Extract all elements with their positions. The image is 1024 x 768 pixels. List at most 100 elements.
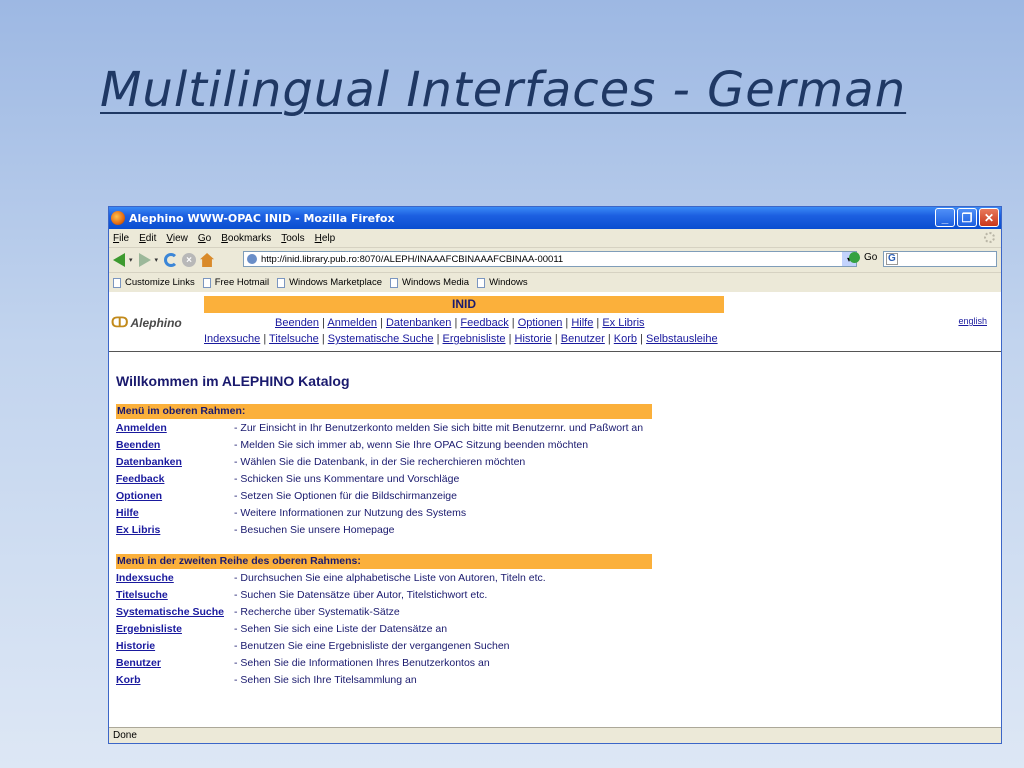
- help-desc: - Sehen Sie die Informationen Ihres Benu…: [234, 656, 490, 669]
- address-bar[interactable]: http://inid.library.pub.ro:8070/ALEPH/IN…: [243, 251, 857, 267]
- bookmark-windows-marketplace[interactable]: Windows Marketplace: [277, 277, 382, 288]
- list-item: Systematische Suche - Recherche über Syst…: [116, 603, 652, 620]
- top-link-anmelden[interactable]: Anmelden: [327, 317, 377, 329]
- list-item: Datenbanken - Wählen Sie die Datenbank, i…: [116, 453, 652, 470]
- second-link-benutzer[interactable]: Benutzer: [561, 333, 605, 345]
- menu-edit[interactable]: Edit: [139, 233, 156, 244]
- top-link-ex-libris[interactable]: Ex Libris: [602, 317, 644, 329]
- close-button[interactable]: ✕: [979, 208, 999, 227]
- list-item: Indexsuche - Durchsuchen Sie eine alphabe…: [116, 569, 652, 586]
- help-link-historie[interactable]: Historie: [116, 640, 234, 652]
- list-item: Korb - Sehen Sie sich Ihre Titelsammlung …: [116, 671, 652, 688]
- maximize-button[interactable]: ❐: [957, 208, 977, 227]
- second-link-korb[interactable]: Korb: [614, 333, 637, 345]
- bookmark-customize-links[interactable]: Customize Links: [113, 277, 195, 288]
- help-desc: - Suchen Sie Datensätze über Autor, Tite…: [234, 588, 488, 601]
- help-link-optionen[interactable]: Optionen: [116, 490, 234, 502]
- second-link-systematische-suche[interactable]: Systematische Suche: [328, 333, 434, 345]
- page-content: ↀ Alephino INID Beenden | Anmelden | Dat…: [109, 292, 1001, 729]
- help-link-beenden[interactable]: Beenden: [116, 439, 234, 451]
- bookmark-label: Free Hotmail: [214, 277, 270, 288]
- firefox-icon: [111, 211, 125, 225]
- help-link-benutzer[interactable]: Benutzer: [116, 657, 234, 669]
- reload-icon[interactable]: [164, 253, 179, 267]
- bookmark-free-hotmail[interactable]: Free Hotmail: [202, 277, 270, 288]
- go-button[interactable]: Go: [849, 252, 877, 263]
- bookmarks-toolbar: Customize Links Free Hotmail Windows Mar…: [109, 273, 1001, 293]
- logo-text: Alephino: [130, 315, 182, 330]
- help-desc: - Zur Einsicht in Ihr Benutzerkonto meld…: [234, 421, 644, 434]
- help-link-hilfe[interactable]: Hilfe: [116, 507, 234, 519]
- stop-icon[interactable]: ×: [182, 253, 197, 267]
- status-bar: Done: [109, 727, 1001, 743]
- search-input[interactable]: G: [883, 251, 997, 267]
- google-search-icon[interactable]: G: [886, 253, 898, 265]
- second-link-indexsuche[interactable]: Indexsuche: [204, 333, 260, 345]
- welcome-heading: Willkommen im ALEPHINO Katalog: [116, 373, 350, 389]
- home-icon[interactable]: [200, 253, 215, 267]
- header-divider: [109, 351, 1001, 352]
- bookmark-windows-media[interactable]: Windows Media: [390, 277, 469, 288]
- help-desc: - Weitere Informationen zur Nutzung des …: [234, 506, 467, 519]
- second-link-selbstausleihe[interactable]: Selbstausleihe: [646, 333, 718, 345]
- list-item: Titelsuche - Suchen Sie Datensätze über A…: [116, 586, 652, 603]
- help-desc: - Sehen Sie sich eine Liste der Datensät…: [234, 622, 448, 635]
- slide-title: Multilingual Interfaces - German: [100, 62, 907, 118]
- minimize-button[interactable]: _: [935, 208, 955, 227]
- help-desc: - Durchsuchen Sie eine alphabetische Lis…: [234, 571, 546, 584]
- top-link-hilfe[interactable]: Hilfe: [571, 317, 593, 329]
- help-link-ergebnisliste[interactable]: Ergebnisliste: [116, 623, 234, 635]
- menu-tools[interactable]: Tools: [281, 233, 304, 244]
- top-link-beenden[interactable]: Beenden: [275, 317, 319, 329]
- top-menu: Beenden | Anmelden | Datenbanken | Feedb…: [275, 317, 645, 329]
- menu-bar: File Edit View Go Bookmarks Tools Help: [109, 229, 1001, 248]
- second-link-titelsuche[interactable]: Titelsuche: [269, 333, 319, 345]
- list-item: Historie - Benutzen Sie eine Ergebnislist…: [116, 637, 652, 654]
- bookmark-label: Windows: [489, 277, 528, 288]
- menu-view[interactable]: View: [166, 233, 188, 244]
- help-link-ex-libris[interactable]: Ex Libris: [116, 524, 234, 536]
- help-link-datenbanken[interactable]: Datenbanken: [116, 456, 234, 468]
- second-menu: Indexsuche | Titelsuche | Systematische …: [204, 333, 718, 345]
- alephino-logo[interactable]: ↀ Alephino: [111, 314, 182, 331]
- help-desc: - Recherche über Systematik-Sätze: [234, 605, 400, 618]
- menu-go[interactable]: Go: [198, 233, 211, 244]
- page-icon: [277, 277, 286, 288]
- top-link-feedback[interactable]: Feedback: [460, 317, 508, 329]
- help-desc: - Benutzen Sie eine Ergebnisliste der ve…: [234, 639, 510, 652]
- second-link-ergebnisliste[interactable]: Ergebnisliste: [443, 333, 506, 345]
- top-link-datenbanken[interactable]: Datenbanken: [386, 317, 451, 329]
- help-link-korb[interactable]: Korb: [116, 674, 234, 686]
- menu-help[interactable]: Help: [315, 233, 336, 244]
- window-controls: _ ❐ ✕: [935, 208, 999, 227]
- inid-banner: INID: [204, 296, 724, 313]
- bookmark-windows[interactable]: Windows: [477, 277, 528, 288]
- throbber-icon: [984, 232, 995, 243]
- back-arrow-icon[interactable]: [113, 253, 125, 267]
- browser-window: Alephino WWW-OPAC INID - Mozilla Firefox…: [108, 206, 1002, 744]
- title-bar[interactable]: Alephino WWW-OPAC INID - Mozilla Firefox…: [109, 207, 1001, 229]
- top-link-optionen[interactable]: Optionen: [518, 317, 563, 329]
- go-icon: [849, 252, 860, 263]
- forward-history-dropdown[interactable]: ▾: [155, 256, 159, 264]
- back-history-dropdown[interactable]: ▾: [129, 256, 133, 264]
- site-favicon-icon: [247, 254, 257, 264]
- menu-bookmarks[interactable]: Bookmarks: [221, 233, 271, 244]
- list-item: Beenden - Melden Sie sich immer ab, wenn …: [116, 436, 652, 453]
- second-link-historie[interactable]: Historie: [515, 333, 552, 345]
- menu-file[interactable]: File: [113, 233, 129, 244]
- page-icon: [477, 277, 486, 288]
- list-item: Hilfe - Weitere Informationen zur Nutzung…: [116, 504, 652, 521]
- section-heading: Menü im oberen Rahmen:: [116, 404, 652, 419]
- section-heading: Menü in der zweiten Reihe des oberen Rah…: [116, 554, 652, 569]
- english-language-link[interactable]: english: [958, 316, 987, 326]
- help-link-systematische-suche[interactable]: Systematische Suche: [116, 606, 234, 618]
- help-link-anmelden[interactable]: Anmelden: [116, 422, 234, 434]
- help-link-feedback[interactable]: Feedback: [116, 473, 234, 485]
- help-link-titelsuche[interactable]: Titelsuche: [116, 589, 234, 601]
- list-item: Feedback - Schicken Sie uns Kommentare un…: [116, 470, 652, 487]
- bookmark-label: Windows Marketplace: [289, 277, 382, 288]
- help-link-indexsuche[interactable]: Indexsuche: [116, 572, 234, 584]
- forward-arrow-icon[interactable]: [138, 253, 151, 267]
- list-item: Optionen - Setzen Sie Optionen für die Bi…: [116, 487, 652, 504]
